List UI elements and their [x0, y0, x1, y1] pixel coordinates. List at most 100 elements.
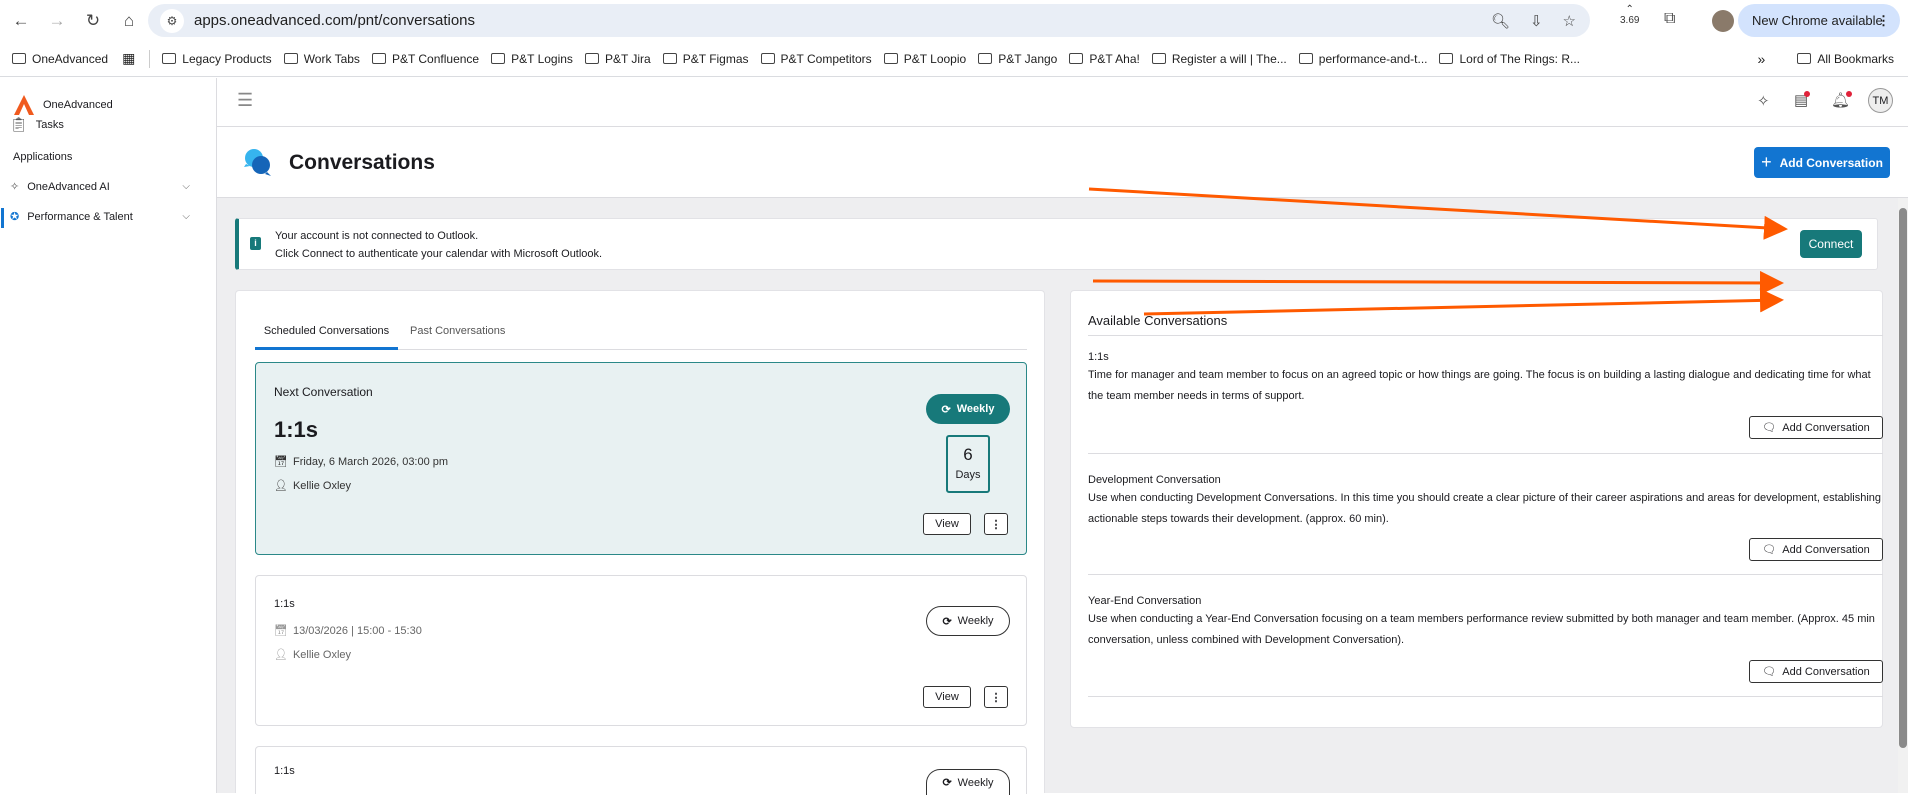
- button-label: Add Conversation: [1782, 421, 1870, 434]
- person-icon: 👤︎: [274, 480, 288, 492]
- button-label: Add Conversation: [1782, 543, 1870, 556]
- active-indicator: [1, 208, 4, 228]
- bookmark-label: performance-and-t...: [1318, 51, 1428, 66]
- frequency-badge: ⟳ Weekly: [926, 606, 1010, 636]
- tab-past[interactable]: Past Conversations: [410, 325, 505, 337]
- banner-message: Click Connect to authenticate your calen…: [275, 248, 603, 260]
- next-conversation-card[interactable]: Next Conversation 1:1s 📅︎ Friday, 6 March…: [255, 362, 1027, 555]
- address-bar[interactable]: ⚙ apps.oneadvanced.com/pnt/conversations…: [148, 4, 1590, 37]
- news-icon[interactable]: ▤: [1794, 91, 1811, 109]
- bookmark-label: Work Tabs: [303, 51, 360, 66]
- frequency-label: Weekly: [957, 615, 994, 627]
- item-title: Development Conversation: [1088, 474, 1221, 486]
- banner-title: Your account is not connected to Outlook…: [275, 230, 479, 242]
- page-title: Conversations: [289, 151, 435, 174]
- days-label: Days: [955, 469, 981, 481]
- folder-icon: [662, 53, 677, 64]
- add-conversation-button[interactable]: 🗨︎ Add Conversation: [1749, 660, 1883, 683]
- chevron-down-icon: ⌵: [182, 181, 190, 192]
- chat-bubble-icon: 🗨︎: [1762, 422, 1777, 434]
- folder-icon: [12, 53, 26, 64]
- days-number: 6: [963, 445, 973, 464]
- add-conversation-button[interactable]: + Add Conversation: [1754, 147, 1890, 178]
- section-label: Applications: [13, 151, 73, 163]
- tab-scheduled[interactable]: Scheduled Conversations: [255, 325, 398, 350]
- sidebar-item-performance-talent[interactable]: ✪ Performance & Talent ⌵: [10, 210, 200, 224]
- bookmark-item[interactable]: P&T Loopio: [883, 52, 966, 66]
- forward-icon[interactable]: →: [42, 11, 72, 31]
- bookmark-item[interactable]: P&T Jira: [584, 52, 651, 66]
- more-bookmarks-button[interactable]: »: [1758, 51, 1766, 67]
- hamburger-menu-icon[interactable]: ☰: [237, 90, 253, 111]
- url-text[interactable]: apps.oneadvanced.com/pnt/conversations: [194, 12, 475, 29]
- available-item-1-1s: 1:1s Time for manager and team member to…: [1088, 331, 1883, 454]
- bookmark-item[interactable]: P&T Jango: [978, 52, 1057, 66]
- main-content: i Your account is not connected to Outlo…: [217, 198, 1908, 795]
- conversation-card[interactable]: 1:1s ⟳ Weekly: [255, 746, 1027, 795]
- days-countdown: 6 Days: [946, 435, 990, 493]
- browser-toolbar: ← → ↻ ⌂ ⚙ apps.oneadvanced.com/pnt/conve…: [0, 0, 1908, 41]
- sidebar-item-tasks[interactable]: 📋︎ Tasks: [10, 116, 200, 133]
- bookmark-item[interactable]: P&T Competitors: [760, 52, 872, 66]
- home-icon[interactable]: ⌂: [114, 11, 144, 31]
- bookmark-item[interactable]: Legacy Products: [162, 52, 272, 66]
- install-icon[interactable]: ⇩: [1530, 12, 1543, 30]
- sidebar-section-applications: Applications: [13, 151, 203, 163]
- new-chrome-button[interactable]: New Chrome available ⋮: [1738, 4, 1900, 37]
- sidebar-item-oneadvanced-ai[interactable]: ✧ OneAdvanced AI ⌵: [10, 180, 200, 194]
- reload-icon[interactable]: ↻: [78, 11, 108, 31]
- folder-icon: [978, 53, 993, 64]
- bookmark-label: All Bookmarks: [1817, 51, 1894, 66]
- bookmark-item[interactable]: P&T Figmas: [662, 52, 749, 66]
- extension-icon[interactable]: ⌃ 3.69: [1620, 4, 1639, 26]
- bookmark-item[interactable]: Lord of The Rings: R...: [1439, 52, 1580, 66]
- bookmark-item[interactable]: Work Tabs: [283, 51, 360, 66]
- view-button[interactable]: View: [923, 686, 971, 708]
- profile-avatar[interactable]: [1712, 10, 1734, 32]
- repeat-icon: ⟳: [941, 403, 951, 416]
- item-title: 1:1s: [1088, 351, 1109, 363]
- bookmark-oneadvanced[interactable]: OneAdvanced: [12, 52, 108, 66]
- oneadvanced-logo-icon: [14, 95, 34, 115]
- scrollbar-thumb[interactable]: [1899, 208, 1907, 748]
- connect-button[interactable]: Connect: [1800, 230, 1862, 258]
- scheduled-conversations-card: Scheduled Conversations Past Conversatio…: [235, 290, 1045, 795]
- add-conversation-button[interactable]: 🗨︎ Add Conversation: [1749, 416, 1883, 439]
- extensions-puzzle-icon[interactable]: ⧉: [1664, 10, 1675, 28]
- brand-logo[interactable]: OneAdvanced: [13, 94, 113, 116]
- zoom-icon[interactable]: 🔍︎: [1491, 12, 1510, 30]
- all-bookmarks[interactable]: All Bookmarks: [1797, 52, 1894, 66]
- back-icon[interactable]: ←: [6, 11, 36, 31]
- more-options-icon[interactable]: ⋮: [984, 513, 1008, 535]
- bookmark-item[interactable]: Register a will | The...: [1151, 52, 1287, 66]
- bookmark-star-icon[interactable]: ☆: [1563, 12, 1576, 30]
- user-avatar[interactable]: TM: [1868, 88, 1893, 113]
- brand-name: OneAdvanced: [43, 99, 113, 111]
- available-item-year-end: Year-End Conversation Use when conductin…: [1088, 575, 1883, 697]
- add-conversation-button[interactable]: 🗨︎ Add Conversation: [1749, 538, 1883, 561]
- conversation-card[interactable]: 1:1s 📅︎ 13/03/2026 | 15:00 - 15:30 👤︎ Kell…: [255, 575, 1027, 726]
- person-name: Kellie Oxley: [292, 479, 352, 492]
- sidebar-item-label: OneAdvanced AI: [27, 180, 110, 193]
- next-label: Next Conversation: [274, 385, 373, 399]
- site-settings-icon[interactable]: ⚙: [160, 8, 184, 33]
- bookmark-item[interactable]: P&T Confluence: [371, 52, 479, 66]
- notifications-bell-icon[interactable]: 🔔︎: [1831, 91, 1853, 109]
- more-options-icon[interactable]: ⋮: [984, 686, 1008, 708]
- bookmark-label: P&T Logins: [511, 51, 573, 66]
- person-name: Kellie Oxley: [292, 648, 352, 661]
- scrollbar[interactable]: [1898, 198, 1908, 793]
- person-icon: 👤︎: [274, 649, 288, 661]
- app-header: ☰ ✧ ▤ 🔔︎ TM: [217, 78, 1908, 127]
- ai-sparkles-icon[interactable]: ✧: [1757, 92, 1770, 110]
- bookmark-item[interactable]: P&T Aha!: [1069, 52, 1140, 66]
- item-title: Year-End Conversation: [1088, 595, 1202, 607]
- bookmark-item[interactable]: performance-and-t...: [1298, 51, 1428, 66]
- apps-grid-icon[interactable]: ▦: [122, 50, 135, 67]
- sidebar-item-label: Performance & Talent: [27, 210, 133, 223]
- bookmark-item[interactable]: P&T Logins: [491, 52, 573, 66]
- folder-icon: [1439, 53, 1454, 64]
- conversation-title: 1:1s: [274, 417, 319, 442]
- info-icon: i: [250, 237, 261, 250]
- view-button[interactable]: View: [923, 513, 971, 535]
